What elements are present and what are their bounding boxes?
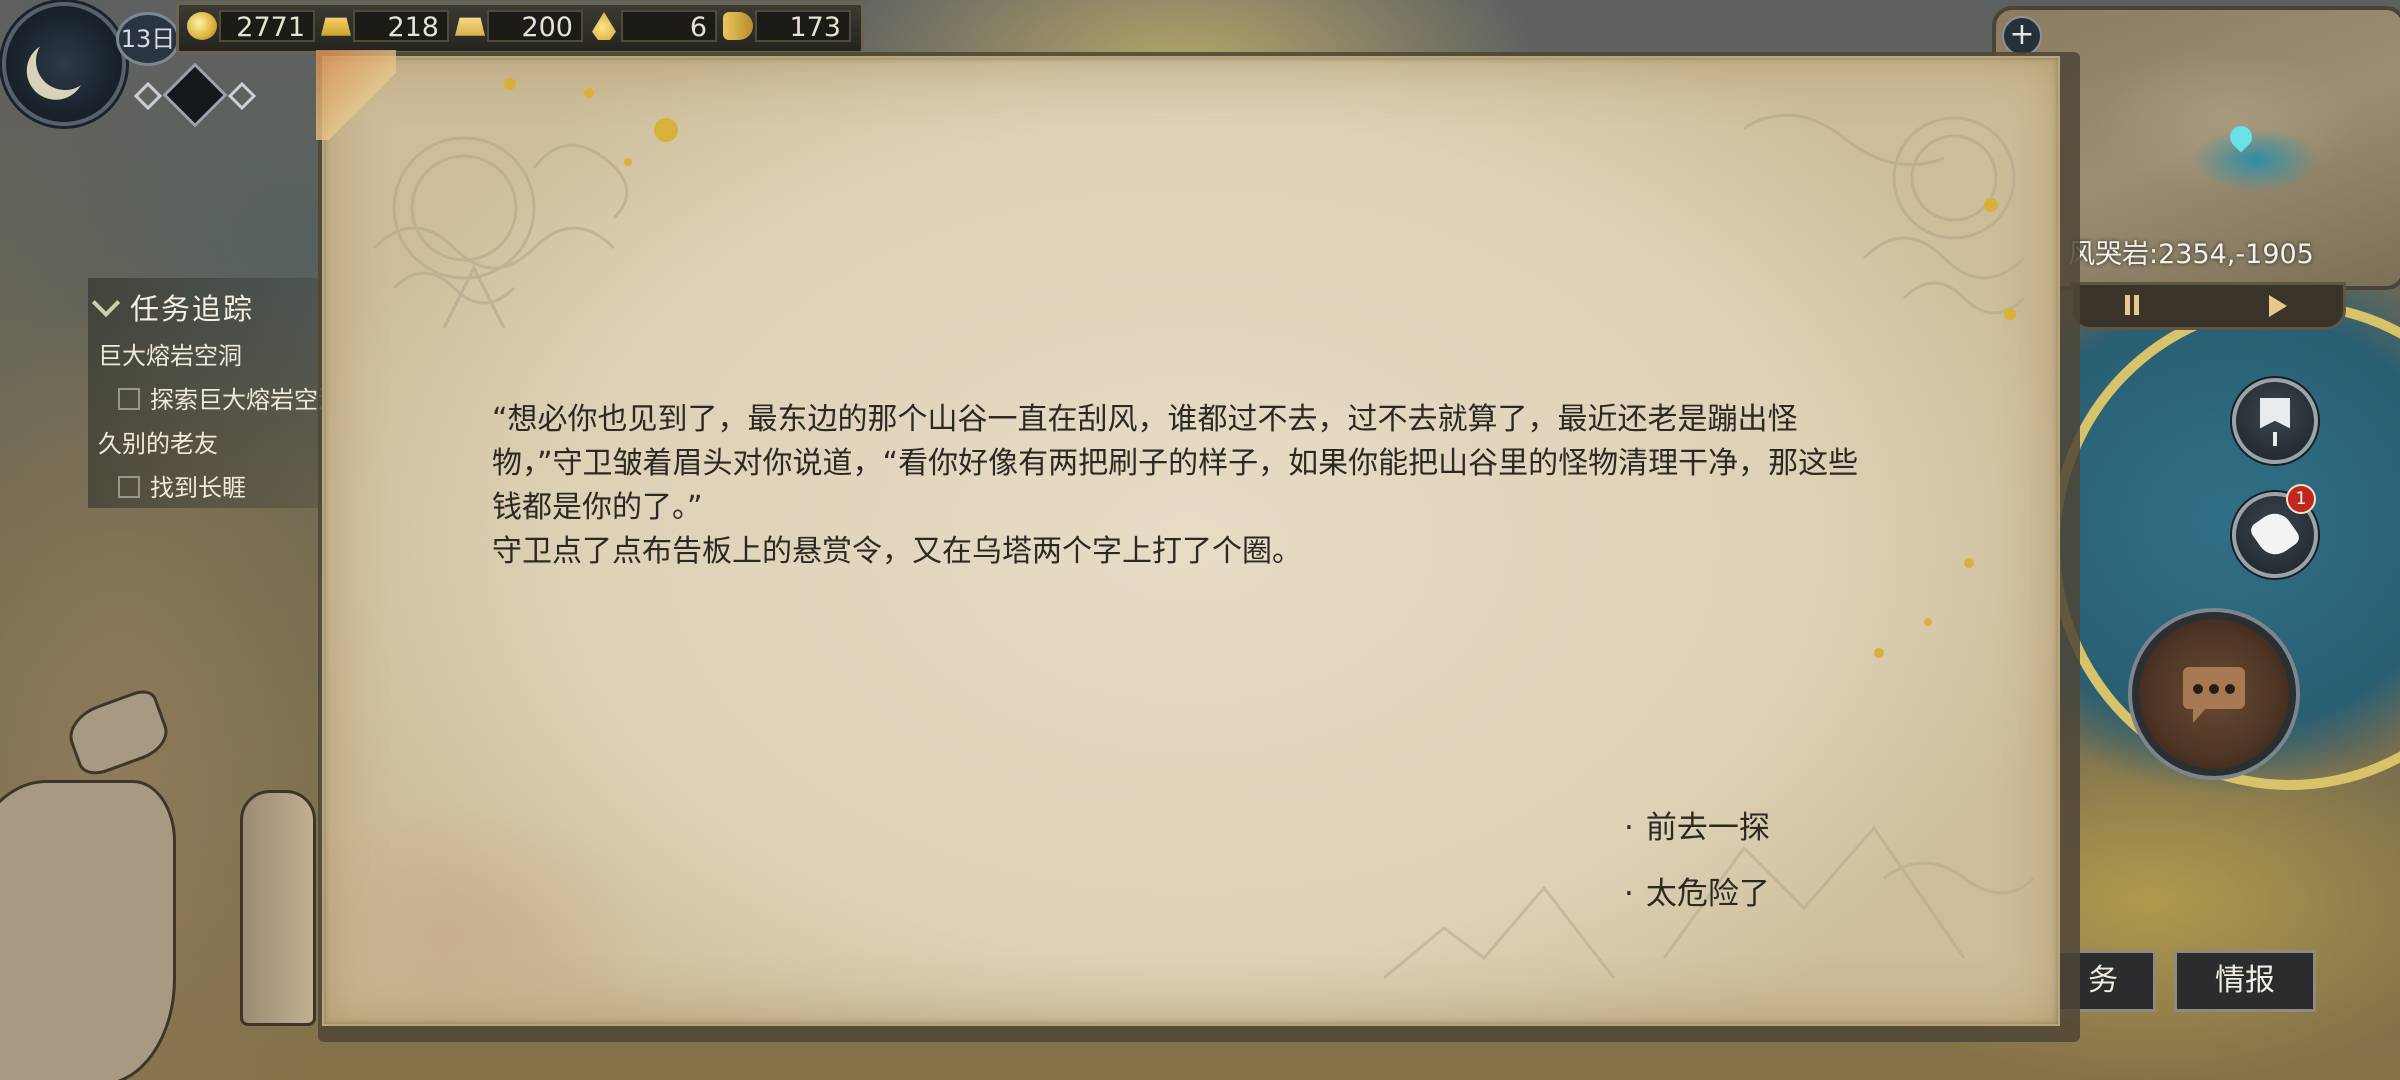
scroll-icon xyxy=(723,12,753,40)
chat-bubble-icon xyxy=(2183,667,2245,723)
gold-ingot-icon xyxy=(321,17,351,36)
diamond-center-icon xyxy=(162,62,228,128)
pause-icon xyxy=(2125,295,2139,315)
gold-fleck xyxy=(1984,198,1998,212)
cloud-ornament-right xyxy=(1743,113,2026,315)
banner-button[interactable] xyxy=(2232,378,2318,464)
gold-fleck xyxy=(624,158,632,166)
player-marker-icon xyxy=(2225,121,2257,153)
day-counter: 13日 xyxy=(116,12,180,66)
gold-drop-icon xyxy=(592,12,616,40)
quest-name[interactable]: 久别的老友 xyxy=(98,424,218,459)
dialog-story-text: “想必你也见到了，最东边的那个山谷一直在刮风，谁都过不去，过不去就算了，最近还老… xyxy=(492,398,1872,574)
chat-dot xyxy=(2209,684,2219,694)
objective-checkbox xyxy=(118,388,140,410)
chevron-down-icon xyxy=(91,288,121,318)
story-paragraph: 守卫点了点布告板上的悬赏令，又在乌塔两个字上打了个圈。 xyxy=(492,534,1302,569)
chat-dot xyxy=(2193,684,2203,694)
location-coordinates: 风哭岩:2354,-1905 xyxy=(2068,239,2314,270)
rock-pillar xyxy=(240,790,316,1026)
resource-scroll: 173 xyxy=(723,10,851,44)
gold-fleck xyxy=(654,118,678,142)
choice-label: 太危险了 xyxy=(1645,876,1770,912)
info-button[interactable]: 情报 xyxy=(2174,950,2316,1012)
moon-icon xyxy=(28,24,102,98)
resource-gold-ingot: 218 xyxy=(321,10,449,44)
quest-name[interactable]: 巨大熔岩空洞 xyxy=(98,336,242,371)
choice-option-decline[interactable]: · 太危险了 xyxy=(1624,868,1770,913)
play-icon xyxy=(2269,295,2287,317)
diamond-right-icon xyxy=(227,81,257,111)
choice-option-explore[interactable]: · 前去一探 xyxy=(1624,802,1770,847)
gold-fleck xyxy=(1924,618,1932,626)
resource-bar: 2771 218 200 6 173 xyxy=(176,2,864,54)
time-of-day-icon[interactable] xyxy=(2,2,126,126)
quest-objective[interactable]: 探索巨大熔岩空洞 xyxy=(118,380,342,415)
zoom-in-icon[interactable]: + xyxy=(2002,16,2042,56)
gold-fleck xyxy=(1964,558,1974,568)
quest-tracker-panel: 任务追踪 巨大熔岩空洞 探索巨大熔岩空洞 久别的老友 找到长睚 xyxy=(88,278,342,508)
notification-badge: 1 xyxy=(2286,484,2316,514)
banner-icon xyxy=(2260,398,2290,429)
chat-dot xyxy=(2225,684,2235,694)
resource-value: 173 xyxy=(755,10,851,43)
gold-fleck xyxy=(584,88,594,98)
gold-bars-icon xyxy=(455,17,485,36)
objective-checkbox xyxy=(118,476,140,498)
play-button[interactable] xyxy=(2209,285,2343,327)
story-paragraph: “想必你也见到了，最东边的那个山谷一直在刮风，谁都过不去，过不去就算了，最近还老… xyxy=(492,402,1859,525)
chat-button[interactable] xyxy=(2132,612,2296,776)
quest-objective[interactable]: 找到长睚 xyxy=(118,468,246,503)
quest-tracker-title: 任务追踪 xyxy=(130,292,255,326)
pause-button[interactable] xyxy=(2073,285,2207,327)
choice-label: 前去一探 xyxy=(1645,810,1770,846)
banner-pole xyxy=(2273,432,2277,446)
choice-bullet: · xyxy=(1624,876,1634,912)
resource-gold-coin: 2771 xyxy=(187,10,315,44)
resource-value: 2771 xyxy=(219,10,315,43)
cliff-rock xyxy=(0,780,176,1080)
choice-bullet: · xyxy=(1624,810,1634,846)
quest-tracker-header[interactable]: 任务追踪 xyxy=(88,286,254,328)
objective-label: 探索巨大熔岩空洞 xyxy=(150,386,342,414)
scroll-icon xyxy=(2247,506,2303,562)
resource-value: 200 xyxy=(487,10,583,43)
compass-diamond-icon[interactable] xyxy=(132,62,262,128)
gold-coin-icon xyxy=(187,12,217,40)
gold-fleck xyxy=(2004,308,2016,320)
gold-fleck xyxy=(504,78,516,90)
resource-value: 6 xyxy=(621,10,717,43)
diamond-left-icon xyxy=(133,81,163,111)
rock xyxy=(61,685,175,781)
gold-fleck xyxy=(1874,648,1884,658)
resource-gold-bars: 200 xyxy=(455,10,583,44)
resource-value: 218 xyxy=(353,10,449,43)
objective-label: 找到长睚 xyxy=(150,474,246,502)
time-control-bar xyxy=(2070,282,2346,330)
resource-gold-drop: 6 xyxy=(589,10,717,44)
